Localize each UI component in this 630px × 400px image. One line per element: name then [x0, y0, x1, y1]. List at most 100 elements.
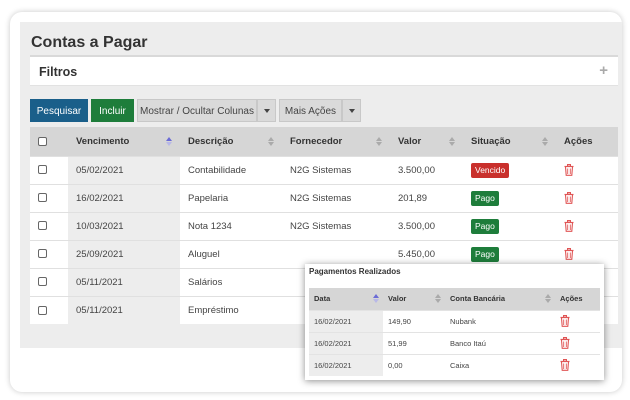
value-cell: 3.500,00 [390, 211, 463, 240]
payment-row[interactable]: 16/02/2021 51,99 Banco Itaú [309, 331, 600, 354]
payments-popup: Pagamentos Realizados Data Valor Conta B… [305, 264, 604, 380]
payments-title: Pagamentos Realizados [309, 267, 401, 276]
due-cell: 10/03/2021 [68, 211, 180, 240]
toggle-columns-button[interactable]: Mostrar / Ocultar Colunas [137, 99, 257, 122]
status-badge: Pago [471, 190, 499, 206]
row-select-cell[interactable] [30, 211, 68, 240]
trash-icon[interactable] [564, 220, 574, 232]
payment-row[interactable]: 16/02/2021 149,90 Nubank [309, 309, 600, 332]
status-badge: Pago [471, 218, 499, 234]
sort-icon[interactable] [449, 137, 455, 147]
description-cell: Nota 1234 [180, 211, 282, 240]
sort-icon[interactable] [542, 137, 548, 147]
row-checkbox[interactable] [38, 165, 47, 175]
payment-value-cell: 0,00 [383, 353, 445, 376]
filters-panel[interactable]: Filtros + [30, 55, 618, 86]
select-all-header[interactable] [30, 127, 68, 156]
value-cell: 201,89 [390, 183, 463, 212]
payment-actions-cell [555, 331, 600, 354]
payments-table: Data Valor Conta Bancária Ações 16/02/20… [309, 288, 600, 376]
description-cell: Contabilidade [180, 155, 282, 184]
status-badge: Pago [471, 246, 499, 262]
header-value[interactable]: Valor [390, 127, 463, 156]
status-cell: Pago [463, 211, 556, 240]
row-select-cell[interactable] [30, 295, 68, 324]
row-select-cell[interactable] [30, 239, 68, 268]
sort-icon[interactable] [268, 137, 274, 147]
supplier-cell: N2G Sistemas [282, 211, 390, 240]
description-cell: Aluguel [180, 239, 282, 268]
due-cell: 05/11/2021 [68, 267, 180, 296]
status-cell: Vencido [463, 155, 556, 184]
actions-cell [556, 155, 618, 184]
search-button[interactable]: Pesquisar [30, 99, 88, 122]
payments-header-actions: Ações [555, 288, 600, 310]
plus-icon[interactable]: + [599, 62, 608, 80]
sort-icon[interactable] [376, 137, 382, 147]
caret-down-icon [348, 109, 355, 114]
header-actions: Ações [556, 127, 618, 156]
payment-actions-cell [555, 353, 600, 376]
payment-account-cell: Nubank [445, 309, 555, 332]
description-cell: Salários [180, 267, 282, 296]
row-checkbox[interactable] [38, 193, 47, 203]
trash-icon[interactable] [564, 192, 574, 204]
caret-down-icon [263, 109, 270, 114]
payments-header-row: Data Valor Conta Bancária Ações [309, 288, 600, 310]
payments-header-account[interactable]: Conta Bancária [445, 288, 555, 310]
row-checkbox[interactable] [38, 221, 47, 231]
payments-header-date[interactable]: Data [309, 288, 383, 310]
payment-date-cell: 16/02/2021 [309, 309, 383, 332]
due-cell: 25/09/2021 [68, 239, 180, 268]
trash-icon[interactable] [564, 248, 574, 260]
supplier-cell: N2G Sistemas [282, 155, 390, 184]
payments-header-value[interactable]: Valor [383, 288, 445, 310]
actions-cell [556, 183, 618, 212]
table-row[interactable]: 10/03/2021 Nota 1234 N2G Sistemas 3.500,00 P… [30, 211, 618, 240]
payment-value-cell: 51,99 [383, 331, 445, 354]
status-cell: Pago [463, 183, 556, 212]
trash-icon[interactable] [560, 337, 570, 349]
description-cell: Papelaria [180, 183, 282, 212]
trash-icon[interactable] [564, 164, 574, 176]
header-supplier[interactable]: Fornecedor [282, 127, 390, 156]
sort-icon[interactable] [435, 294, 441, 304]
row-checkbox[interactable] [38, 249, 47, 259]
row-select-cell[interactable] [30, 267, 68, 296]
payment-account-cell: Banco Itaú [445, 331, 555, 354]
select-all-checkbox[interactable] [38, 136, 47, 146]
due-cell: 05/11/2021 [68, 295, 180, 324]
payment-row[interactable]: 16/02/2021 0,00 Caixa [309, 353, 600, 376]
actions-cell [556, 211, 618, 240]
toggle-columns-dropdown[interactable] [257, 99, 276, 122]
add-button[interactable]: Incluir [91, 99, 134, 122]
table-row[interactable]: 05/02/2021 Contabilidade N2G Sistemas 3.500… [30, 155, 618, 184]
due-cell: 16/02/2021 [68, 183, 180, 212]
header-due[interactable]: Vencimento [68, 127, 180, 156]
due-cell: 05/02/2021 [68, 155, 180, 184]
filters-label: Filtros [39, 65, 78, 79]
payment-value-cell: 149,90 [383, 309, 445, 332]
description-cell: Empréstimo [180, 295, 282, 324]
supplier-cell: N2G Sistemas [282, 183, 390, 212]
trash-icon[interactable] [560, 315, 570, 327]
payment-date-cell: 16/02/2021 [309, 331, 383, 354]
sort-icon[interactable] [545, 294, 551, 304]
row-checkbox[interactable] [38, 277, 47, 287]
sort-icon[interactable] [373, 294, 379, 304]
row-select-cell[interactable] [30, 183, 68, 212]
more-actions-dropdown[interactable] [342, 99, 361, 122]
table-row[interactable]: 16/02/2021 Papelaria N2G Sistemas 201,89 Pag… [30, 183, 618, 212]
payment-date-cell: 16/02/2021 [309, 353, 383, 376]
row-checkbox[interactable] [38, 305, 47, 315]
table-header-row: Vencimento Descrição Fornecedor Valor Si… [30, 127, 618, 156]
card: Contas a Pagar Filtros + Pesquisar Inclu… [10, 12, 622, 392]
header-description[interactable]: Descrição [180, 127, 282, 156]
page-title: Contas a Pagar [31, 34, 148, 51]
header-status[interactable]: Situação [463, 127, 556, 156]
more-actions-button[interactable]: Mais Ações [279, 99, 342, 122]
sort-icon[interactable] [166, 137, 172, 147]
trash-icon[interactable] [560, 359, 570, 372]
payment-account-cell: Caixa [445, 353, 555, 376]
row-select-cell[interactable] [30, 155, 68, 184]
